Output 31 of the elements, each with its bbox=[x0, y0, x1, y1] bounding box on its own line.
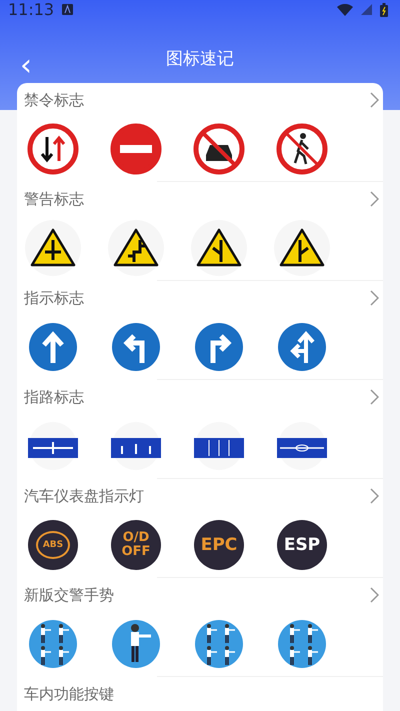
indicator-icon[interactable]: ESP bbox=[277, 520, 327, 570]
status-time: 11:13 bbox=[8, 0, 54, 20]
category-heading[interactable]: 车内功能按键 bbox=[24, 684, 114, 704]
chevron-right-icon[interactable] bbox=[369, 191, 379, 207]
indicator-icon[interactable]: EPC bbox=[194, 520, 244, 570]
warning-sign-icon[interactable] bbox=[189, 218, 249, 278]
chevron-right-icon[interactable] bbox=[369, 92, 379, 108]
chevron-right-icon[interactable] bbox=[369, 389, 379, 405]
chevron-right-icon[interactable] bbox=[369, 587, 379, 603]
category-heading[interactable]: 汽车仪表盘指示灯 bbox=[24, 486, 144, 506]
chevron-right-icon[interactable] bbox=[369, 290, 379, 306]
abs-indicator-icon[interactable]: ABS bbox=[28, 520, 78, 570]
warning-sign-icon[interactable] bbox=[23, 218, 83, 278]
category-heading[interactable]: 禁令标志 bbox=[24, 90, 84, 110]
category-heading[interactable]: 指示标志 bbox=[24, 288, 84, 308]
notification-icon bbox=[62, 4, 74, 16]
chevron-right-icon[interactable] bbox=[369, 488, 379, 504]
indicator-label: ESP bbox=[284, 538, 320, 552]
back-button[interactable]: ‹ bbox=[16, 50, 36, 80]
indicator-label: EPC bbox=[200, 538, 238, 552]
signal-icon bbox=[361, 4, 372, 16]
battery-icon bbox=[380, 2, 388, 17]
page-title: 图标速记 bbox=[166, 48, 234, 70]
indicator-label: O/D OFF bbox=[122, 531, 150, 559]
warning-sign-icon[interactable] bbox=[106, 218, 166, 278]
warning-sign-icon[interactable] bbox=[272, 218, 332, 278]
category-heading[interactable]: 指路标志 bbox=[24, 388, 84, 406]
category-heading[interactable]: 警告标志 bbox=[24, 190, 84, 208]
category-heading[interactable]: 新版交警手势 bbox=[24, 586, 114, 604]
indicator-icon[interactable]: O/D OFF bbox=[111, 520, 161, 570]
wifi-icon bbox=[337, 4, 353, 16]
